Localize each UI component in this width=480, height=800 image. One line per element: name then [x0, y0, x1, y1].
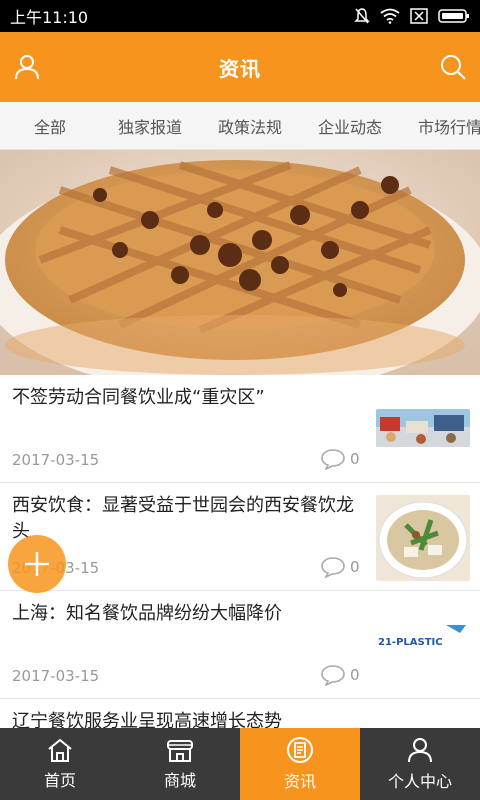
tab-enterprise[interactable]: 企业动态: [300, 114, 400, 138]
page-title: 资讯: [219, 56, 261, 81]
tab-all[interactable]: 全部: [0, 114, 100, 138]
tab-policy[interactable]: 政策法规: [200, 114, 300, 138]
nav-label: 首页: [43, 771, 76, 790]
news-title: 西安饮食：显著受益于世园会的西安餐饮龙头: [12, 495, 354, 542]
news-comments: 0: [320, 664, 360, 686]
news-comments: 0: [320, 448, 360, 470]
shop-icon: [167, 740, 193, 762]
comment-count: 0: [350, 450, 360, 468]
user-icon[interactable]: [12, 52, 42, 82]
comment-count: 0: [350, 666, 360, 684]
sim-icon: [410, 8, 428, 24]
tab-exclusive[interactable]: 独家报道: [100, 114, 200, 138]
hero-banner-image[interactable]: [0, 150, 480, 375]
comment-icon: [321, 665, 345, 686]
news-comments: 0: [320, 556, 360, 578]
thumbnail-image: [376, 409, 470, 447]
category-tabs: 全部 独家报道 政策法规 企业动态 市场行情: [0, 102, 480, 150]
news-date: 2017-03-15: [12, 451, 100, 469]
add-button[interactable]: [8, 535, 66, 593]
status-time: 上午11:10: [10, 8, 89, 27]
tab-market[interactable]: 市场行情: [400, 114, 480, 138]
comment-count: 0: [350, 558, 360, 576]
app-header: 资讯: [0, 32, 480, 102]
bottom-nav: 首页 商城 资讯 个人中心: [0, 728, 480, 800]
comment-icon: [321, 449, 345, 470]
thumb-logo-text: 21-PLASTIC: [378, 637, 443, 648]
news-thumbnail: 21-PLASTIC: [376, 619, 470, 659]
news-thumbnail: [376, 495, 470, 581]
nav-label: 个人中心: [387, 772, 452, 791]
wifi-icon: [380, 8, 400, 24]
news-title: 上海：知名餐饮品牌纷纷大幅降价: [12, 603, 282, 624]
search-icon[interactable]: [438, 52, 468, 82]
waffle-image: [0, 150, 480, 375]
plastic-logo-image: 21-PLASTIC: [376, 619, 470, 659]
profile-icon: [408, 738, 432, 763]
nav-news[interactable]: 资讯: [240, 728, 360, 800]
status-icons: [354, 7, 470, 25]
news-date: 2017-03-15: [12, 667, 100, 685]
news-item[interactable]: 辽宁餐饮服务业呈现高速增长态势: [0, 699, 480, 728]
thumbnail-image: [376, 495, 470, 581]
news-item[interactable]: 上海：知名餐饮品牌纷纷大幅降价 2017-03-15 0 21-PLASTIC: [0, 591, 480, 699]
news-title: 辽宁餐饮服务业呈现高速增长态势: [12, 711, 282, 728]
nav-shop[interactable]: 商城: [120, 728, 240, 800]
news-item[interactable]: 不签劳动合同餐饮业成“重灾区” 2017-03-15 0: [0, 375, 480, 483]
home-icon: [48, 738, 72, 762]
news-thumbnail: [376, 409, 470, 447]
nav-profile[interactable]: 个人中心: [360, 728, 480, 800]
battery-icon: [438, 9, 469, 23]
news-item[interactable]: 西安饮食：显著受益于世园会的西安餐饮龙头 2017-03-15 0: [0, 483, 480, 591]
nav-label: 商城: [163, 771, 196, 790]
news-list: 不签劳动合同餐饮业成“重灾区” 2017-03-15 0 西安饮食：显著受益于世…: [0, 375, 480, 728]
nav-label: 资讯: [283, 772, 316, 791]
nav-home[interactable]: 首页: [0, 728, 120, 800]
news-title: 不签劳动合同餐饮业成“重灾区”: [12, 387, 265, 408]
status-bar: 上午11:10: [0, 0, 480, 32]
comment-icon: [321, 557, 345, 578]
plus-icon: [25, 552, 49, 576]
news-icon: [287, 737, 313, 763]
mute-icon: [354, 8, 370, 24]
